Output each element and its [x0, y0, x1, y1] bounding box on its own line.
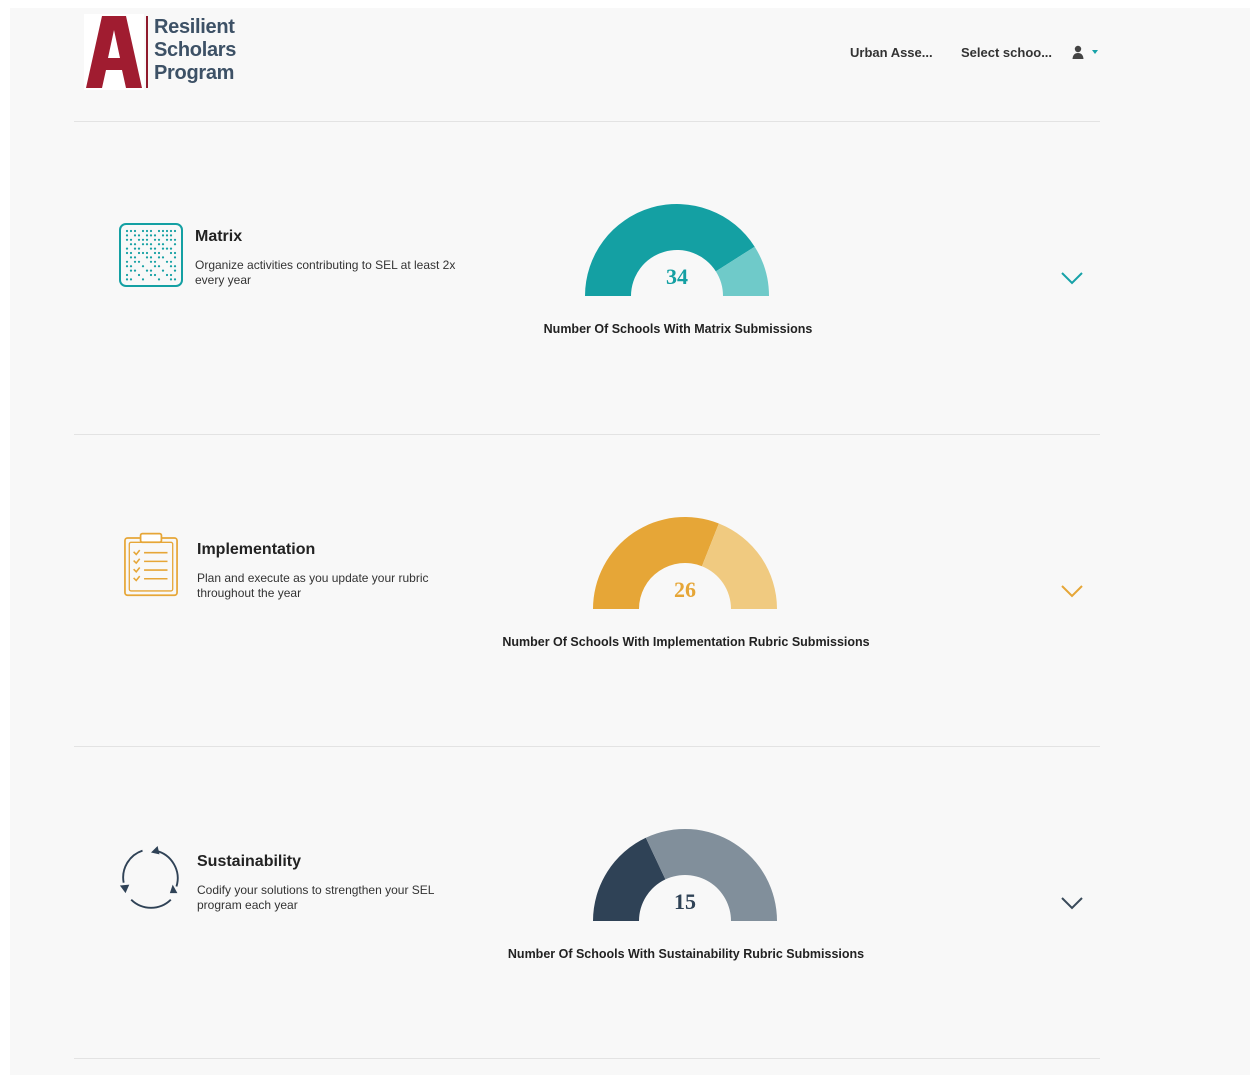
gauge-value: 15: [674, 889, 696, 914]
logo-a-mark: [84, 14, 144, 90]
section-description: Codify your solutions to strengthen your…: [197, 883, 435, 912]
organization-selector[interactable]: Urban Asse...: [850, 45, 933, 60]
section-matrix: Matrix Organize activities contributing …: [10, 122, 1250, 434]
user-icon: [1072, 45, 1084, 59]
logo-line-2: Scholars: [154, 39, 237, 61]
section-title: Sustainability: [197, 853, 302, 870]
gauge-caption: Number Of Schools With Implementation Ru…: [502, 635, 870, 649]
section-title: Matrix: [195, 228, 243, 245]
gauge-caption: Number Of Schools With Matrix Submission…: [543, 322, 813, 336]
clipboard-checklist-icon: [124, 532, 178, 597]
logo-line-3: Program: [154, 62, 235, 84]
program-logo[interactable]: Resilient Scholars Program: [84, 14, 236, 90]
section-implementation: Implementation Plan and execute as you u…: [10, 435, 1250, 747]
section-description: Plan and execute as you update your rubr…: [197, 571, 429, 600]
gauge-value: 26: [674, 577, 696, 602]
logo-divider: [146, 16, 148, 88]
logo-wordmark: Resilient Scholars Program: [154, 16, 236, 85]
section-sustainability: Sustainability Codify your solutions to …: [10, 747, 1250, 1059]
user-menu[interactable]: [1072, 44, 1102, 62]
matrix-grid-icon: [119, 223, 183, 287]
chevron-down-icon: [1092, 50, 1098, 54]
gauge-caption: Number Of Schools With Sustainability Ru…: [507, 947, 865, 961]
logo-line-1: Resilient: [154, 16, 235, 38]
chevron-down-icon[interactable]: [1060, 895, 1084, 911]
dashboard-page: Resilient Scholars Program Urban Asse...…: [10, 8, 1250, 1075]
cycle-arrows-icon: [119, 845, 179, 909]
school-selector[interactable]: Select schoo...: [961, 45, 1052, 60]
chevron-down-icon[interactable]: [1060, 270, 1084, 286]
section-title: Implementation: [197, 541, 316, 558]
gauge-value: 34: [666, 264, 688, 289]
chevron-down-icon[interactable]: [1060, 583, 1084, 599]
section-description: Organize activities contributing to SEL …: [195, 258, 456, 287]
section-divider: [74, 1058, 1100, 1059]
